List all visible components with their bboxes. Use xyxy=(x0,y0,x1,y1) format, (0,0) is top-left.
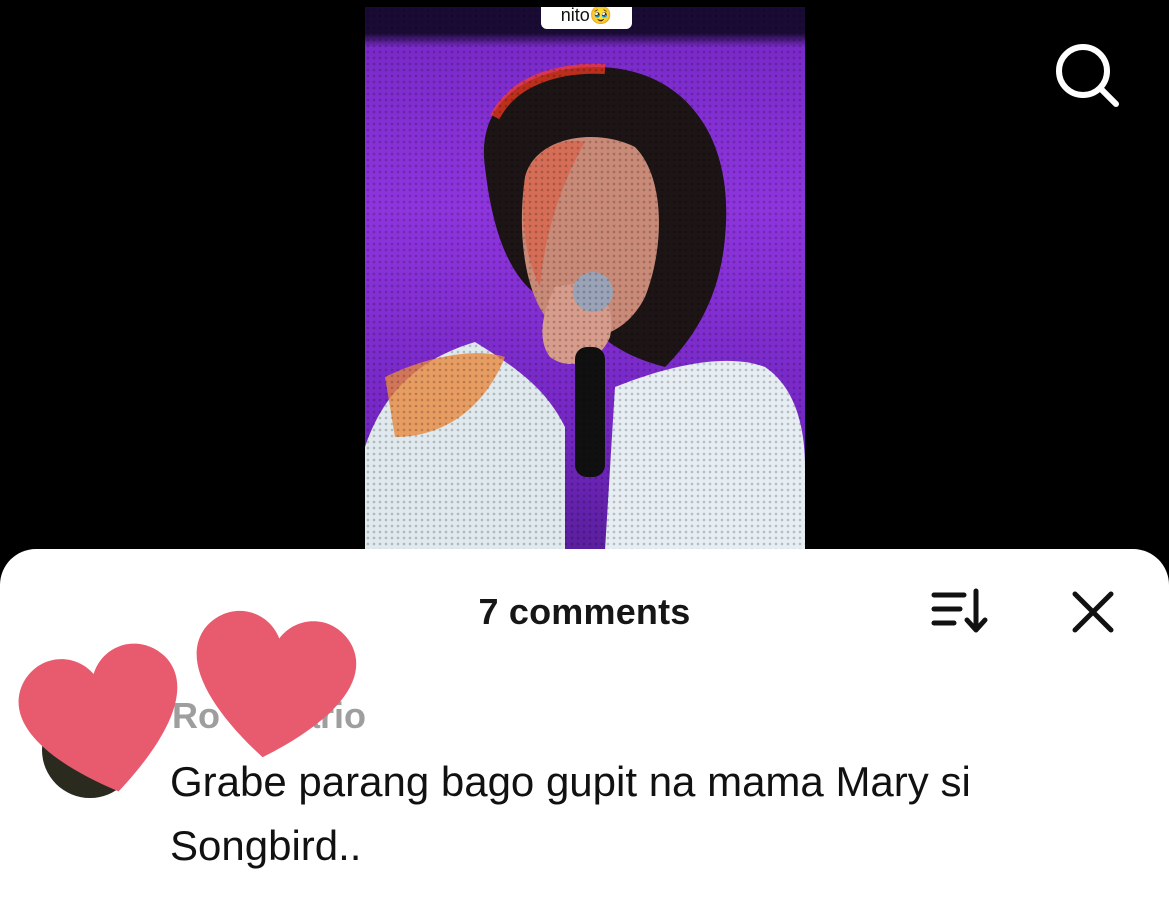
comment-text: Grabe parang bago gupit na mama Mary si … xyxy=(170,758,971,869)
video-player[interactable]: nito🥹 xyxy=(365,7,805,550)
comment-author[interactable]: Ro ario xyxy=(172,695,366,737)
sort-icon xyxy=(931,588,988,633)
avatar[interactable] xyxy=(42,702,138,798)
comments-count-title: 7 comments xyxy=(478,591,691,632)
close-icon xyxy=(1072,591,1114,633)
close-comments-button[interactable] xyxy=(1066,585,1120,639)
comment-item[interactable]: Ro ario Grabe parang bago gupit na mama … xyxy=(0,640,1169,915)
search-button[interactable] xyxy=(1052,40,1122,110)
video-caption-chip: nito🥹 xyxy=(541,7,632,29)
sort-comments-button[interactable] xyxy=(930,587,992,635)
search-icon xyxy=(1056,44,1119,107)
performer-image xyxy=(365,63,805,550)
